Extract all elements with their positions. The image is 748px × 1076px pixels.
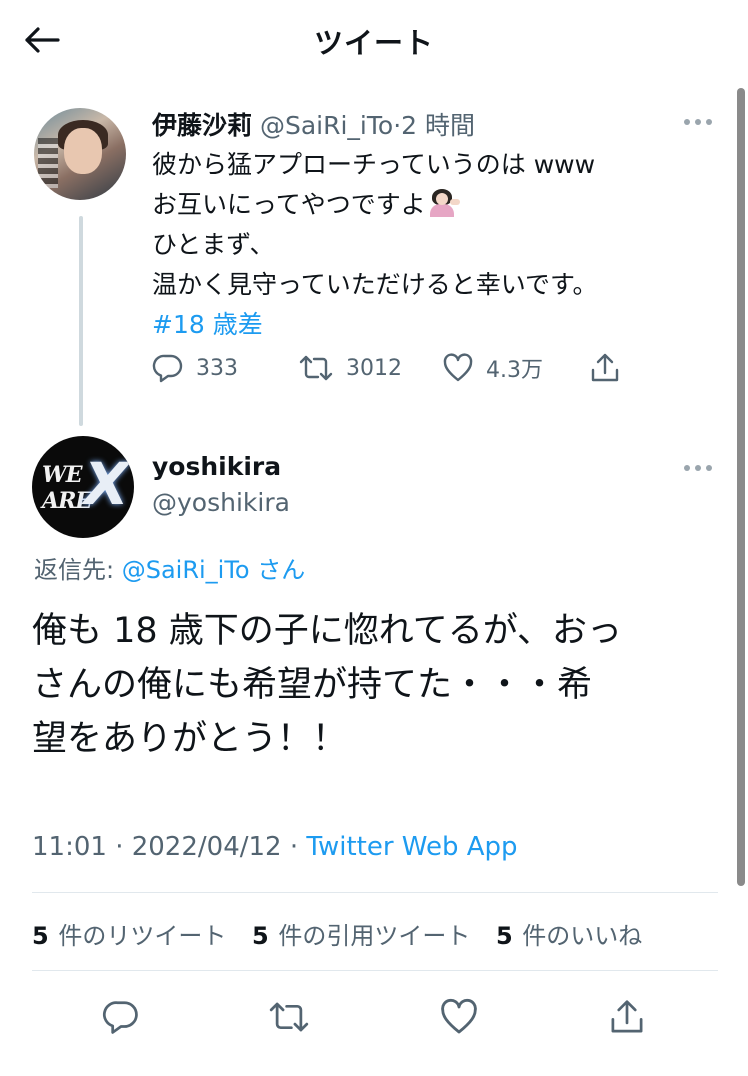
source-app-link[interactable]: Twitter Web App <box>306 832 517 862</box>
reply-icon <box>102 1001 138 1034</box>
share-button[interactable] <box>602 992 652 1042</box>
like-count: 4.3万 <box>486 358 543 383</box>
author-handle[interactable]: @SaiRi_iTo <box>260 111 393 140</box>
share-button[interactable] <box>588 346 622 390</box>
avatar-logo-mark: X <box>84 450 129 518</box>
heart-icon <box>443 353 473 382</box>
engagement-stats: 5 件のリツイート 5 件の引用ツイート 5 件のいいね <box>32 916 660 951</box>
likes-stat[interactable]: 5 件のいいね <box>496 922 642 950</box>
tweet-time[interactable]: 2 時間 <box>401 111 475 140</box>
tweet-actions: 333 3012 4.3万 <box>152 346 632 390</box>
retweet-icon <box>269 1002 309 1032</box>
person-tipping-hand-emoji-icon <box>426 187 460 217</box>
divider <box>32 970 718 971</box>
more-icon <box>684 454 716 482</box>
tweet-line: ひとまず、 <box>152 230 275 259</box>
reply-icon <box>152 354 183 383</box>
tweet-line: 温かく見守っていただけると幸いです。 <box>152 270 598 299</box>
tweet-text: 俺も 18 歳下の子に惚れてるが、おっ さんの俺にも希望が持てた・・・希 望をあ… <box>32 604 722 766</box>
author-name[interactable]: yoshikira <box>152 452 281 481</box>
like-button[interactable]: 4.3万 <box>442 346 543 390</box>
retweets-stat[interactable]: 5 件のリツイート <box>32 922 226 950</box>
scrollbar[interactable] <box>737 88 745 886</box>
share-icon <box>611 1000 643 1033</box>
retweet-count: 3012 <box>346 355 402 381</box>
more-icon <box>684 108 716 136</box>
mention-link[interactable]: @SaiRi_iTo <box>122 556 250 584</box>
replying-label: 返信先: <box>34 556 122 584</box>
retweet-button[interactable]: 3012 <box>298 346 402 390</box>
tweet-line: 望をありがとう！！ <box>32 719 348 759</box>
more-options-button[interactable] <box>684 108 716 136</box>
thread-connector-line <box>79 216 83 426</box>
replying-suffix: さん <box>249 556 306 584</box>
tweet-line: さんの俺にも希望が持てた・・・希 <box>32 665 593 705</box>
quotes-stat[interactable]: 5 件の引用ツイート <box>252 922 470 950</box>
retweet-button[interactable] <box>264 992 314 1042</box>
tweet-author-row: 伊藤沙莉 @SaiRi_iTo·2 時間 <box>152 106 475 142</box>
top-bar: ツイート <box>0 0 748 80</box>
reply-button[interactable] <box>96 992 146 1042</box>
author-handle[interactable]: @yoshikira <box>152 488 290 517</box>
divider <box>32 892 718 893</box>
share-icon <box>591 353 619 382</box>
tweet-line: 彼から猛アプローチっていうのは www <box>152 150 596 179</box>
author-name[interactable]: 伊藤沙莉 <box>152 111 252 140</box>
page-title: ツイート <box>313 26 434 60</box>
more-options-button[interactable] <box>684 454 716 482</box>
tweet-meta: 11:01 · 2022/04/12 · Twitter Web App <box>32 832 518 862</box>
tweet-timestamp[interactable]: 11:01 · 2022/04/12 · <box>32 832 306 862</box>
avatar[interactable]: WE ARE X <box>32 436 134 538</box>
replying-to: 返信先: @SaiRi_iTo さん <box>34 550 305 585</box>
tweet-actions <box>0 992 748 1042</box>
separator-dot: · <box>393 111 402 140</box>
tweet-line: 俺も 18 歳下の子に惚れてるが、おっ <box>32 611 623 651</box>
reply-button[interactable]: 333 <box>152 346 238 390</box>
like-button[interactable] <box>434 992 484 1042</box>
hashtag-link[interactable]: #18 歳差 <box>152 305 598 345</box>
tweet-text: 彼から猛アプローチっていうのは www お互いにってやつですよ ひとまず、 温か… <box>152 145 598 345</box>
avatar[interactable] <box>34 108 126 200</box>
retweet-icon <box>299 355 333 381</box>
tweet-line: お互いにってやつですよ <box>152 185 598 225</box>
reply-count: 333 <box>196 355 238 381</box>
heart-icon <box>441 998 477 1034</box>
